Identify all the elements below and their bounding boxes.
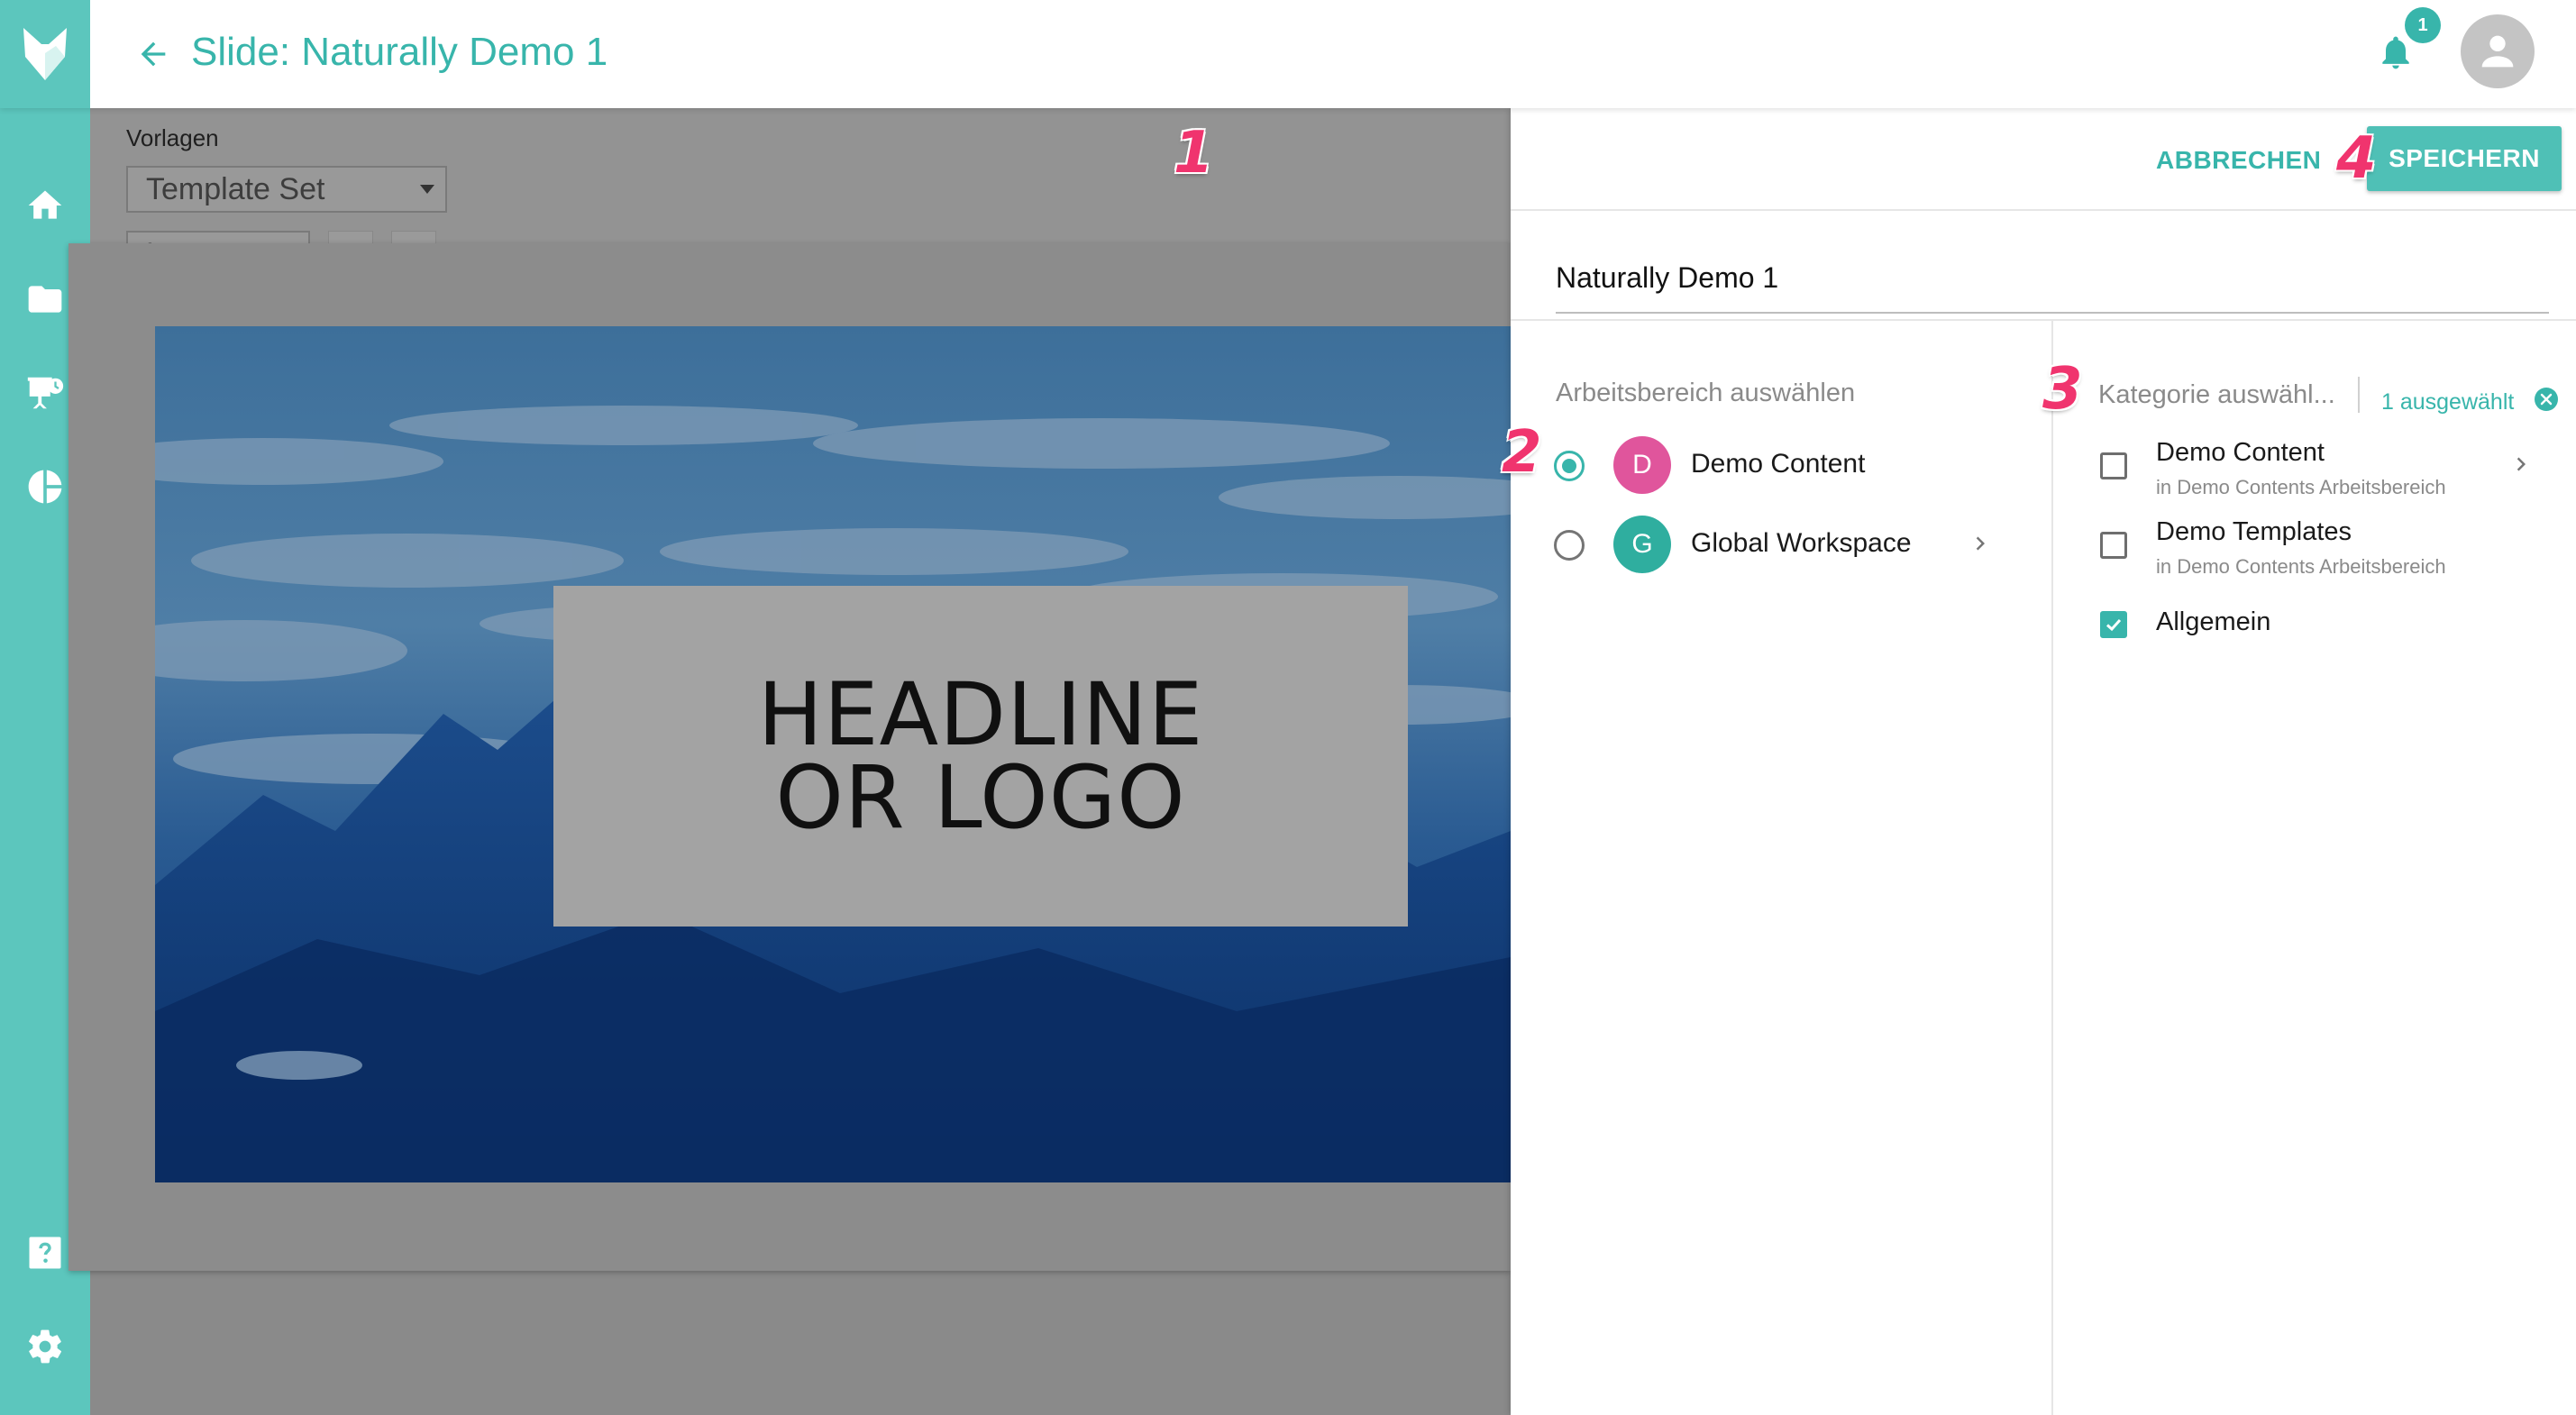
folder-icon — [28, 286, 62, 313]
workspace-avatar-global-workspace: G — [1613, 516, 1671, 573]
nav-settings[interactable] — [18, 1319, 72, 1374]
category-expand-button[interactable] — [2507, 451, 2535, 478]
app-bar: Slide: Naturally Demo 1 1 — [0, 0, 2576, 108]
headline-placeholder[interactable]: HEADLINE OR LOGO — [553, 586, 1408, 927]
category-sublabel: in Demo Contents Arbeitsbereich — [2156, 476, 2446, 498]
arrow-left-icon — [141, 41, 166, 67]
templates-label: Vorlagen — [126, 124, 219, 151]
workspace-expand-button[interactable] — [1967, 530, 1994, 557]
workspace-item-demo-content[interactable]: D Demo Content — [1511, 429, 2051, 501]
caret-down-icon — [420, 185, 434, 194]
panel-divider — [1511, 319, 2576, 321]
chevron-right-icon — [2517, 457, 2526, 471]
clear-selection-button[interactable] — [2535, 388, 2558, 411]
category-item-demo-content[interactable]: Demo Content in Demo Contents Arbeitsber… — [2051, 429, 2576, 508]
category-label: Demo Templates — [2156, 517, 2352, 546]
close-icon — [2540, 393, 2553, 406]
nav-home[interactable] — [18, 178, 72, 233]
save-button[interactable]: SPEICHERN — [2367, 126, 2562, 191]
step-marker-3: 3 — [2042, 356, 2083, 423]
notification-badge: 1 — [2405, 7, 2441, 43]
workspace-avatar-demo-content: D — [1613, 436, 1671, 494]
category-checkbox-allgemein[interactable] — [2100, 611, 2127, 638]
workspace-radio-global-workspace[interactable] — [1554, 530, 1585, 561]
category-sublabel: in Demo Contents Arbeitsbereich — [2156, 555, 2446, 578]
nav-analytics[interactable] — [18, 460, 72, 514]
template-set-value: Template Set — [146, 171, 325, 206]
pie-chart-icon — [28, 470, 62, 504]
nav-help[interactable] — [18, 1226, 72, 1280]
cancel-button[interactable]: ABBRECHEN — [2156, 146, 2321, 175]
fox-logo-icon — [23, 28, 67, 80]
category-selected-count: 1 ausgewählt — [2381, 389, 2515, 415]
nav-presentations[interactable] — [18, 366, 72, 420]
template-set-select[interactable]: Template Set — [126, 166, 447, 213]
page-title: Slide: Naturally Demo 1 — [191, 30, 608, 74]
save-slide-panel: ABBRECHEN SPEICHERN Naturally Demo 1 Arb… — [1174, 108, 2576, 1415]
headline-line-1: HEADLINE — [757, 664, 1204, 765]
presentation-icon — [27, 377, 64, 409]
category-item-demo-templates[interactable]: Demo Templates in Demo Contents Arbeitsb… — [2051, 508, 2576, 588]
help-icon — [29, 1237, 61, 1269]
workspace-label: Global Workspace — [1691, 528, 1912, 558]
step-marker-1: 1 — [1174, 120, 1214, 187]
chevron-right-icon — [1976, 536, 1985, 551]
step-marker-4: 4 — [2336, 125, 2377, 192]
category-label: Demo Content — [2156, 438, 2325, 467]
step-marker-2: 2 — [1502, 419, 1542, 486]
slide-name-input[interactable]: Naturally Demo 1 — [1556, 243, 2549, 314]
workspace-radio-demo-content[interactable] — [1554, 451, 1585, 481]
workspace-label: Demo Content — [1691, 449, 1866, 479]
workspace-heading: Arbeitsbereich auswählen — [1556, 379, 1856, 407]
home-icon — [28, 190, 62, 219]
category-label: Allgemein — [2156, 607, 2271, 636]
category-count-divider — [2358, 377, 2360, 413]
category-heading: Kategorie auswähl... — [2098, 380, 2335, 409]
account-icon — [2481, 35, 2514, 68]
category-checkbox-demo-content[interactable] — [2100, 452, 2127, 479]
back-button[interactable] — [126, 27, 180, 81]
slide-name-value: Naturally Demo 1 — [1556, 260, 1779, 294]
user-avatar[interactable] — [2461, 14, 2535, 88]
nav-files[interactable] — [18, 272, 72, 326]
headline-line-2: OR LOGO — [775, 747, 1186, 848]
app-logo[interactable] — [0, 0, 90, 108]
gear-icon — [29, 1329, 62, 1364]
category-checkbox-demo-templates[interactable] — [2100, 532, 2127, 559]
category-item-allgemein[interactable]: Allgemein — [2051, 588, 2576, 667]
workspace-item-global-workspace[interactable]: G Global Workspace — [1511, 508, 2051, 580]
check-icon — [2106, 618, 2122, 632]
panel-actions-bar: ABBRECHEN SPEICHERN — [1511, 108, 2576, 211]
